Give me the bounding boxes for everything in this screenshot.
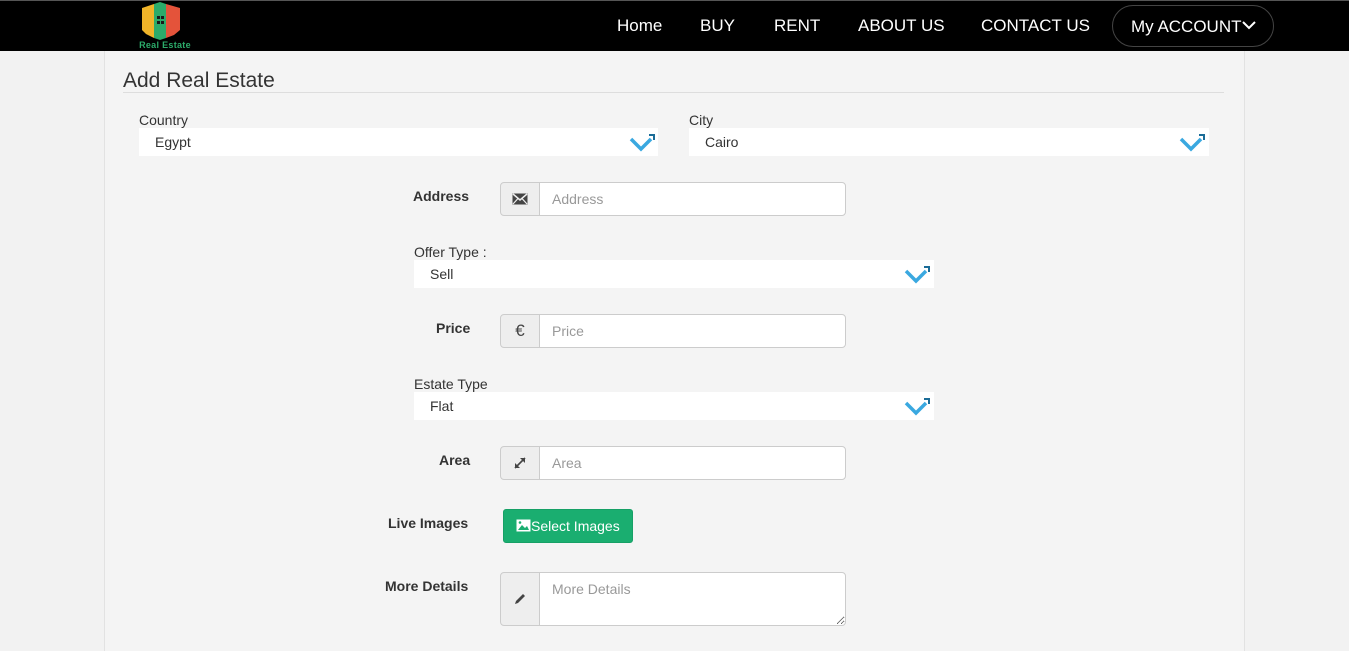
area-addon (500, 446, 540, 480)
area-input[interactable] (539, 446, 846, 480)
logo-text: Real Estate (139, 40, 191, 50)
chevron-down-icon (629, 134, 655, 152)
house-logo-icon (142, 2, 180, 40)
select-images-label: Select Images (531, 518, 620, 534)
estate-type-value: Flat (430, 398, 454, 414)
nav-about-us[interactable]: ABOUT US (858, 16, 945, 36)
navbar: Real Estate Home BUY RENT ABOUT US CONTA… (0, 0, 1349, 51)
chevron-down-icon (1179, 134, 1205, 152)
price-label: Price (436, 320, 471, 336)
real-estate-logo[interactable]: Real Estate (130, 2, 200, 50)
city-value: Cairo (705, 134, 739, 150)
country-select[interactable]: Egypt (139, 128, 658, 156)
address-label: Address (413, 188, 470, 204)
pencil-icon (515, 594, 525, 604)
chevron-down-icon (1242, 21, 1256, 30)
address-input[interactable] (539, 182, 846, 216)
address-addon (500, 182, 540, 216)
country-label: Country (139, 112, 189, 128)
more-details-textarea[interactable] (539, 572, 846, 626)
offer-type-label: Offer Type : (414, 244, 487, 260)
envelope-icon (512, 193, 528, 205)
more-details-addon (500, 572, 540, 626)
chevron-down-icon (904, 266, 930, 284)
picture-icon (516, 519, 531, 532)
euro-icon: € (500, 314, 540, 348)
nav-rent[interactable]: RENT (774, 16, 820, 36)
price-input[interactable] (539, 314, 846, 348)
select-images-button[interactable]: Select Images (503, 509, 633, 543)
estate-type-select[interactable]: Flat (414, 392, 934, 420)
my-account-dropdown[interactable]: My ACCOUNT (1112, 5, 1274, 47)
chevron-down-icon (904, 398, 930, 416)
offer-type-value: Sell (430, 266, 454, 282)
city-select[interactable]: Cairo (689, 128, 1209, 156)
my-account-label: My ACCOUNT (1131, 17, 1242, 36)
estate-type-label: Estate Type (414, 376, 488, 392)
title-divider (123, 92, 1224, 93)
nav-contact-us[interactable]: CONTACT US (981, 16, 1090, 36)
page-title: Add Real Estate (123, 69, 275, 92)
live-images-label: Live Images (388, 515, 469, 531)
offer-type-select[interactable]: Sell (414, 260, 934, 288)
nav-buy[interactable]: BUY (700, 16, 735, 36)
area-label: Area (439, 452, 471, 468)
more-details-label: More Details (385, 578, 469, 594)
country-value: Egypt (155, 134, 191, 150)
city-label: City (689, 112, 714, 128)
resize-icon (514, 457, 526, 469)
nav-home[interactable]: Home (617, 16, 662, 36)
